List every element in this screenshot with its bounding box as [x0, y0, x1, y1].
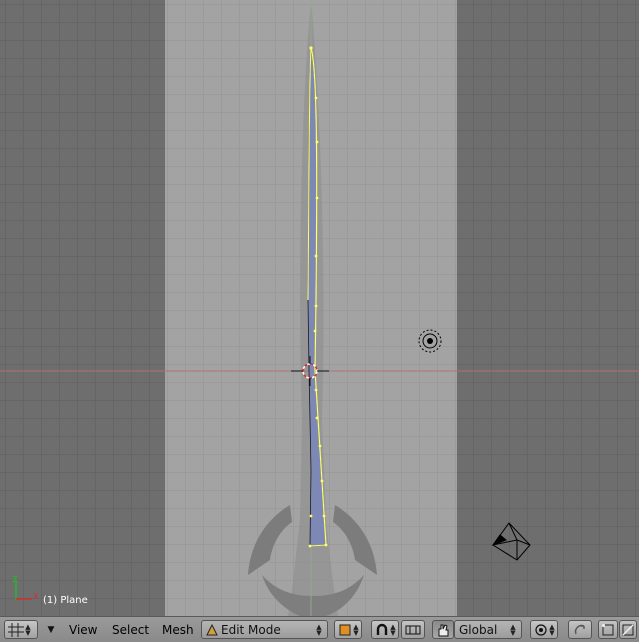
- vertex[interactable]: [314, 96, 318, 100]
- vertex[interactable]: [314, 254, 318, 258]
- axis-z-label: Z: [12, 575, 18, 584]
- updown-arrows-icon: ▲ ▼: [390, 622, 396, 637]
- vertex[interactable]: [315, 140, 319, 144]
- manipulator-icon: [405, 625, 421, 634]
- vertex[interactable]: [309, 514, 313, 518]
- vertex[interactable]: [315, 416, 319, 420]
- mode-selector[interactable]: Edit Mode ▲ ▼: [201, 620, 328, 639]
- orientation-selector[interactable]: Global ▲ ▼: [454, 620, 522, 639]
- updown-arrows-icon: ▲ ▼: [316, 622, 322, 637]
- editor-type-button[interactable]: ▲ ▼: [4, 620, 38, 639]
- vertex[interactable]: [308, 544, 312, 548]
- vertex[interactable]: [322, 514, 326, 518]
- orange-cube-icon: [339, 624, 351, 635]
- updown-arrows-icon: ▲ ▼: [353, 622, 359, 637]
- collapse-menu-button[interactable]: ▼: [44, 620, 58, 639]
- menu-select[interactable]: Select: [110, 621, 151, 639]
- menu-mesh[interactable]: Mesh: [160, 621, 196, 639]
- orientation-label: Global: [459, 622, 498, 637]
- active-object-label: (1) Plane: [43, 595, 88, 606]
- triangle-down-icon: ▼: [47, 624, 55, 635]
- pivot-button[interactable]: ▲ ▼: [371, 620, 399, 639]
- 3d-viewport[interactable]: Z X (1) Plane: [0, 0, 639, 616]
- edge-select-icon: [622, 623, 634, 636]
- grid-icon: [8, 622, 24, 637]
- mode-label: Edit Mode: [221, 622, 281, 637]
- transform-hand-toggle[interactable]: [432, 620, 454, 639]
- viewport-header: ▲ ▼ ▼ View Select Mesh Edit Mode ▲ ▼ ▲ ▼ ▲ ▼: [0, 616, 639, 642]
- updown-arrows-icon: ▲ ▼: [510, 622, 516, 637]
- updown-arrows-icon: ▲ ▼: [25, 622, 31, 637]
- menu-view[interactable]: View: [67, 621, 99, 639]
- vertex-select-icon: [602, 623, 614, 635]
- magnet-icon: [376, 623, 388, 635]
- vertex-select-mode[interactable]: [598, 620, 618, 639]
- snap-toggle[interactable]: [568, 620, 592, 639]
- vertex[interactable]: [309, 46, 313, 50]
- circle-dot-icon: [535, 623, 547, 636]
- vertex[interactable]: [314, 304, 318, 308]
- vertex[interactable]: [324, 543, 328, 547]
- vertex[interactable]: [313, 329, 317, 333]
- snap-icon: [574, 624, 585, 634]
- vertex[interactable]: [314, 388, 318, 392]
- updown-arrows-icon: ▲ ▼: [549, 622, 555, 637]
- edge-select-mode[interactable]: [619, 620, 637, 639]
- axis-x-label: X: [33, 592, 39, 601]
- draw-type-button[interactable]: ▲ ▼: [334, 620, 362, 639]
- proportional-edit-button[interactable]: ▲ ▼: [530, 620, 558, 639]
- vertex[interactable]: [320, 479, 324, 483]
- vertex[interactable]: [315, 196, 319, 200]
- viewport-canvas[interactable]: [0, 0, 639, 616]
- manipulator-toggle[interactable]: [401, 620, 425, 639]
- vertex[interactable]: [318, 444, 322, 448]
- hand-icon: [438, 623, 449, 636]
- triangle-mesh-icon: [206, 623, 218, 635]
